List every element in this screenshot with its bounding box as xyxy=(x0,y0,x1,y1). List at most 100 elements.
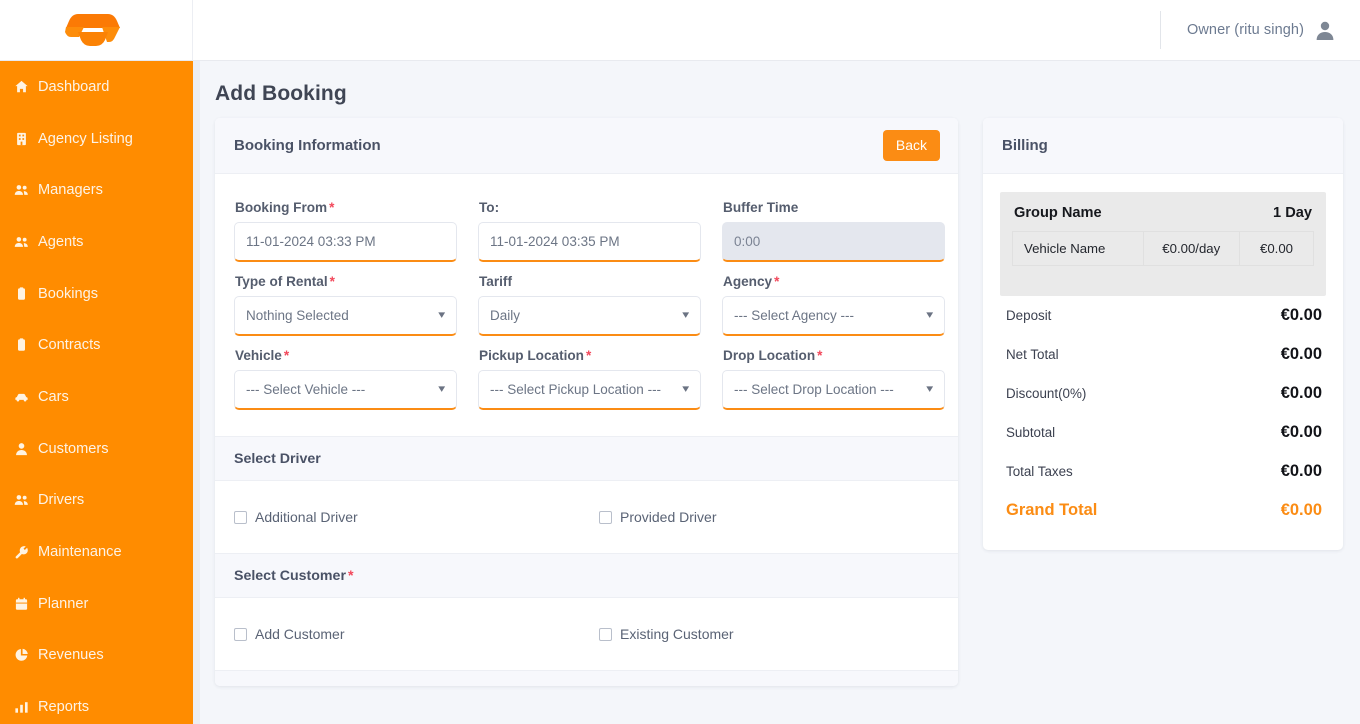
app-logo[interactable] xyxy=(0,0,193,61)
vehicle-label: Vehicle* xyxy=(235,348,457,363)
sidebar-scrollbar[interactable] xyxy=(193,61,200,724)
chevron-down-icon: ▾ xyxy=(927,310,934,321)
hexagon-stripes-logo-icon xyxy=(48,10,144,50)
pie-chart-icon xyxy=(14,648,36,662)
user-avatar-icon[interactable] xyxy=(1314,19,1336,41)
required-marker: * xyxy=(774,274,779,289)
users-icon xyxy=(14,183,36,197)
existing-customer-label: Existing Customer xyxy=(620,626,734,642)
total-row-subtotal: Subtotal €0.00 xyxy=(1000,413,1326,452)
agency-label-text: Agency xyxy=(723,274,772,289)
form-row-rental: Type of Rental* Nothing Selected ▾ Tarif… xyxy=(234,266,939,336)
form-row-dates: Booking From* 11-01-2024 03:33 PM To: 11… xyxy=(234,192,939,262)
type-of-rental-select[interactable]: Nothing Selected ▾ xyxy=(234,296,457,336)
discount-label: Discount(0%) xyxy=(1006,386,1086,401)
billing-card: Billing Group Name 1 Day Vehicle Name €0… xyxy=(983,118,1343,550)
users-icon xyxy=(14,235,36,249)
sidebar-item-managers[interactable]: Managers xyxy=(0,164,193,216)
user-icon xyxy=(14,442,36,456)
vehicle-label-text: Vehicle xyxy=(235,348,282,363)
type-of-rental-value: Nothing Selected xyxy=(246,308,349,323)
required-marker: * xyxy=(330,274,335,289)
sidebar-item-dashboard[interactable]: Dashboard xyxy=(0,61,193,113)
discount-value: €0.00 xyxy=(1281,384,1322,403)
customer-options-row: Add Customer Existing Customer xyxy=(215,598,958,670)
chevron-down-icon: ▾ xyxy=(683,384,690,395)
buffer-time-label: Buffer Time xyxy=(723,200,945,215)
checkbox-icon[interactable] xyxy=(234,511,247,524)
required-marker: * xyxy=(817,348,822,363)
sidebar-item-label: Planner xyxy=(38,596,88,612)
required-marker: * xyxy=(329,200,334,215)
drop-location-select[interactable]: --- Select Drop Location --- ▾ xyxy=(722,370,945,410)
field-buffer-time: Buffer Time 0:00 xyxy=(722,192,945,262)
drop-location-value: --- Select Drop Location --- xyxy=(734,382,894,397)
checkbox-icon[interactable] xyxy=(599,628,612,641)
tariff-select[interactable]: Daily ▾ xyxy=(478,296,701,336)
billing-vehicle-table: Vehicle Name €0.00/day €0.00 xyxy=(1012,231,1314,266)
pickup-location-select[interactable]: --- Select Pickup Location --- ▾ xyxy=(478,370,701,410)
checkbox-add-customer[interactable]: Add Customer xyxy=(234,626,599,642)
select-driver-section-header: Select Driver xyxy=(215,436,958,481)
chevron-down-icon: ▾ xyxy=(439,384,446,395)
page-title: Add Booking xyxy=(215,82,1360,106)
required-marker: * xyxy=(586,348,591,363)
sidebar-item-label: Bookings xyxy=(38,286,98,302)
sidebar-item-revenues[interactable]: Revenues xyxy=(0,630,193,682)
sidebar-item-planner[interactable]: Planner xyxy=(0,578,193,630)
booking-card-title: Booking Information xyxy=(234,137,381,154)
deposit-value: €0.00 xyxy=(1281,306,1322,325)
sidebar-item-label: Managers xyxy=(38,182,103,198)
sidebar-item-drivers[interactable]: Drivers xyxy=(0,475,193,527)
agency-select[interactable]: --- Select Agency --- ▾ xyxy=(722,296,945,336)
sidebar-item-label: Cars xyxy=(38,389,69,405)
total-row-discount: Discount(0%) €0.00 xyxy=(1000,374,1326,413)
sidebar-item-reports[interactable]: Reports xyxy=(0,681,193,724)
checkbox-icon[interactable] xyxy=(599,511,612,524)
field-agency: Agency* --- Select Agency --- ▾ xyxy=(722,266,945,336)
home-icon xyxy=(14,80,36,94)
top-header-bar: Owner (ritu singh) xyxy=(0,0,1360,61)
sidebar-item-agents[interactable]: Agents xyxy=(0,216,193,268)
user-menu[interactable]: Owner (ritu singh) xyxy=(1160,11,1336,49)
billing-card-title: Billing xyxy=(1002,137,1048,154)
drop-location-label: Drop Location* xyxy=(723,348,945,363)
sidebar-item-customers[interactable]: Customers xyxy=(0,423,193,475)
checkbox-existing-customer[interactable]: Existing Customer xyxy=(599,626,734,642)
booking-from-label-text: Booking From xyxy=(235,200,327,215)
clipboard-icon xyxy=(14,287,36,301)
total-row-net-total: Net Total €0.00 xyxy=(1000,335,1326,374)
booking-from-input[interactable]: 11-01-2024 03:33 PM xyxy=(234,222,457,262)
type-of-rental-label: Type of Rental* xyxy=(235,274,457,289)
sidebar-item-agency-listing[interactable]: Agency Listing xyxy=(0,113,193,165)
main-content-area: Add Booking Booking Information Back Boo… xyxy=(200,61,1360,724)
sidebar-item-contracts[interactable]: Contracts xyxy=(0,319,193,371)
select-driver-title: Select Driver xyxy=(234,451,321,467)
tariff-value: Daily xyxy=(490,308,520,323)
vehicle-select[interactable]: --- Select Vehicle --- ▾ xyxy=(234,370,457,410)
sidebar-item-bookings[interactable]: Bookings xyxy=(0,268,193,320)
to-input[interactable]: 11-01-2024 03:35 PM xyxy=(478,222,701,262)
add-customer-label: Add Customer xyxy=(255,626,344,642)
agency-value: --- Select Agency --- xyxy=(734,308,854,323)
booking-card-header: Booking Information Back xyxy=(215,118,958,174)
agency-label: Agency* xyxy=(723,274,945,289)
wrench-icon xyxy=(14,545,36,559)
user-name-label: Owner (ritu singh) xyxy=(1187,22,1304,38)
sidebar-item-maintenance[interactable]: Maintenance xyxy=(0,526,193,578)
checkbox-provided-driver[interactable]: Provided Driver xyxy=(599,509,716,525)
grand-total-label: Grand Total xyxy=(1006,501,1097,520)
sidebar-navigation[interactable]: DashboardAgency Listing Managers Agents Boo… xyxy=(0,61,193,724)
duration-label: 1 Day xyxy=(1273,205,1312,221)
total-taxes-value: €0.00 xyxy=(1281,462,1322,481)
back-button[interactable]: Back xyxy=(883,130,940,161)
building-icon xyxy=(14,132,36,146)
sidebar-item-cars[interactable]: Cars xyxy=(0,371,193,423)
field-booking-from: Booking From* 11-01-2024 03:33 PM xyxy=(234,192,457,262)
checkbox-additional-driver[interactable]: Additional Driver xyxy=(234,509,599,525)
select-customer-section-header: Select Customer* xyxy=(215,553,958,598)
sidebar-item-label: Contracts xyxy=(38,337,100,353)
buffer-time-input: 0:00 xyxy=(722,222,945,262)
checkbox-icon[interactable] xyxy=(234,628,247,641)
chevron-down-icon: ▾ xyxy=(439,310,446,321)
